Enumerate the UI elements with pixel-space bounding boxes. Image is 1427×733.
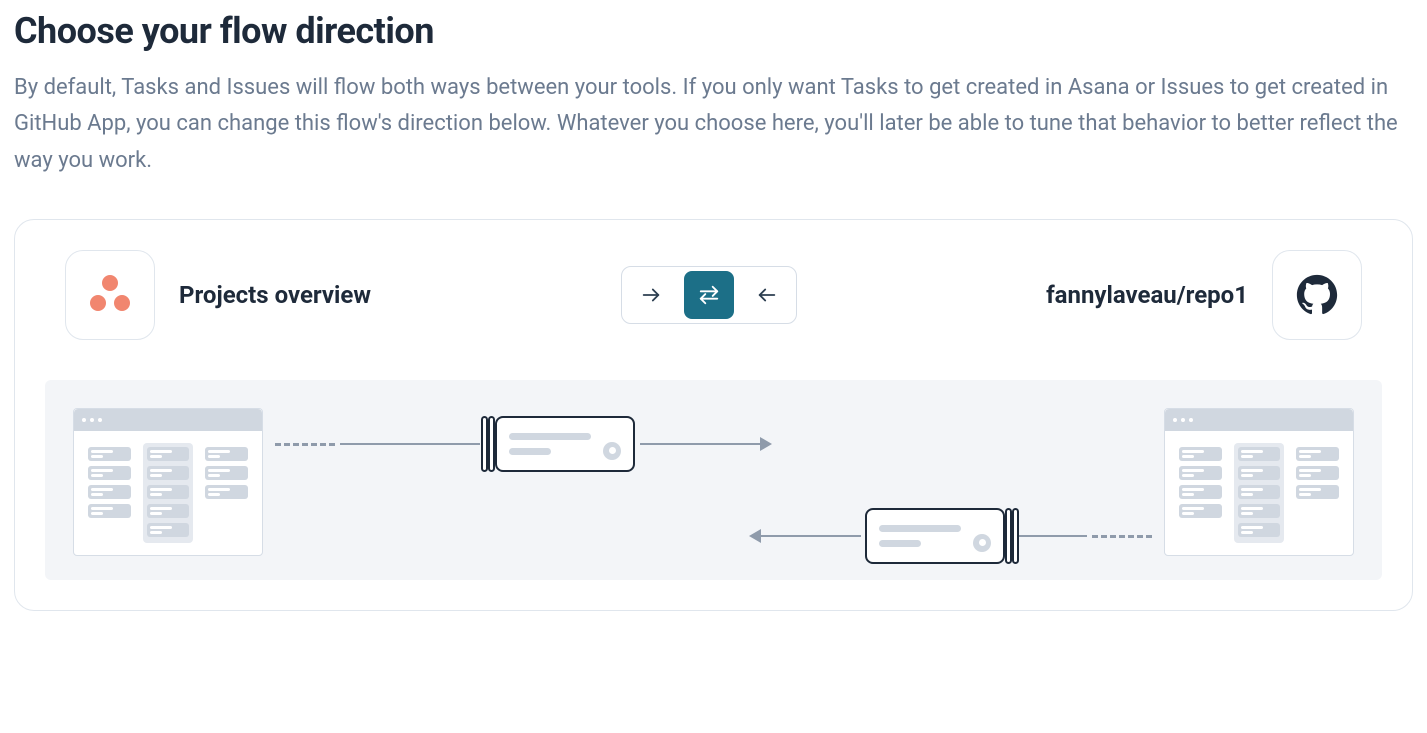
page-description: By default, Tasks and Issues will flow b…	[14, 70, 1413, 179]
direction-one-way-right[interactable]	[622, 267, 680, 323]
flowing-card-illustration	[865, 508, 1005, 564]
left-tool: Projects overview	[65, 250, 371, 340]
arrow-left-icon	[756, 284, 778, 306]
right-tool-name: fannylaveau/repo1	[1046, 281, 1248, 309]
flow-line	[640, 443, 760, 445]
github-icon	[1272, 250, 1362, 340]
arrowhead-left-icon	[749, 529, 761, 543]
flow-line-dashed	[1092, 535, 1152, 538]
arrow-right-icon	[640, 284, 662, 306]
flowing-card-illustration	[495, 416, 635, 472]
flow-panel: Projects overview fannylaveau/repo1	[14, 219, 1413, 611]
flow-line	[340, 443, 480, 445]
direction-one-way-left[interactable]	[738, 267, 796, 323]
left-board-illustration	[73, 408, 263, 556]
right-tool: fannylaveau/repo1	[1046, 250, 1362, 340]
flow-header: Projects overview fannylaveau/repo1	[45, 250, 1382, 340]
right-board-illustration	[1164, 408, 1354, 556]
direction-two-way[interactable]	[684, 271, 734, 319]
direction-toggle	[621, 266, 797, 324]
flow-line-dashed	[275, 443, 335, 446]
asana-icon	[65, 250, 155, 340]
left-tool-name: Projects overview	[179, 281, 371, 309]
arrows-two-way-icon	[698, 284, 720, 306]
flow-line	[761, 535, 861, 537]
page-title: Choose your flow direction	[14, 10, 1413, 52]
arrowhead-right-icon	[760, 437, 772, 451]
flow-illustration	[45, 380, 1382, 580]
